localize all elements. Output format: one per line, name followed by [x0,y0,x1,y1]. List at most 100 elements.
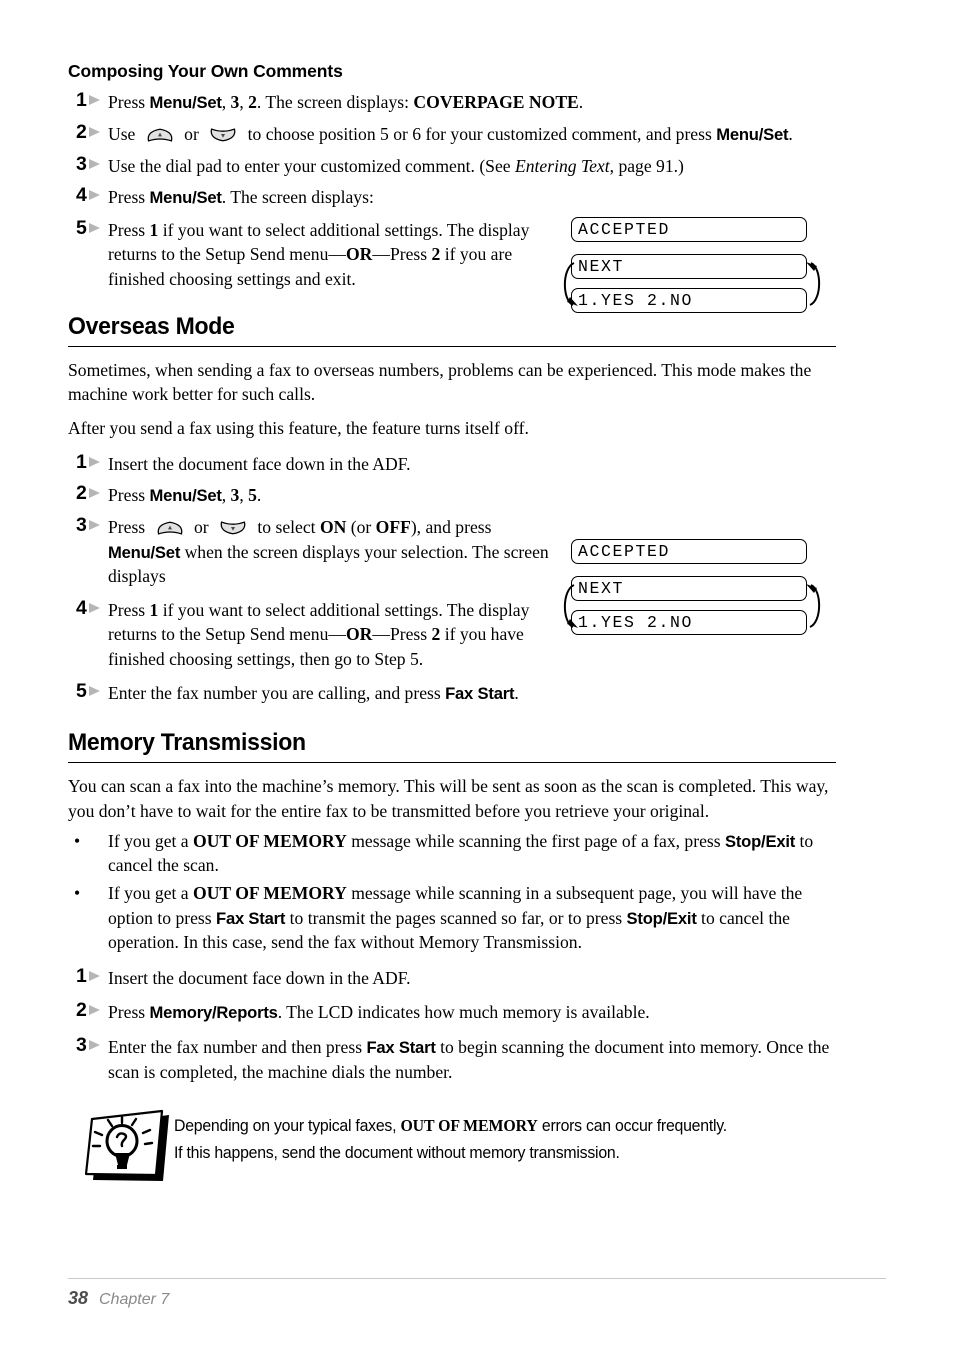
lcd-diagram-overseas: ACCEPTED NEXT 1.YES 2.NO [561,539,823,635]
step-item: 2 Use or to choose position 5 or 6 for y… [68,121,838,147]
down-arrow-key-icon [206,126,240,144]
step-number: 5 [76,216,110,240]
control-key-name: Menu/Set [108,542,181,562]
emphasis-text: 3 [230,485,240,506]
step-number: 3 [76,1033,110,1057]
page-footer: 38 Chapter 7 [68,1288,169,1309]
step-text: Enter the fax number and then press Fax … [108,1037,830,1082]
step-number: 1 [76,88,110,112]
list-item: • If you get a OUT OF MEMORY message whi… [68,881,838,955]
step-marker-triangle-icon [89,158,100,169]
step-text: Use the dial pad to enter your customize… [108,155,684,176]
list-item: • If you get a OUT OF MEMORY message whi… [68,829,838,878]
step-item: 3 Use the dial pad to enter your customi… [68,152,838,179]
step-item: 3 Press or to select ON (or OFF), and pr… [68,513,558,589]
footer-chapter-label: Chapter 7 [99,1291,170,1308]
lcd-text: 1.YES 2.NO [578,290,694,310]
emphasis-text: OFF [375,516,411,537]
step-marker-triangle-icon [89,190,100,201]
heading-overseas-mode: Overseas Mode [68,312,235,340]
emphasis-text: COVERPAGE NOTE [413,92,579,113]
lcd-screen-yes-no: 1.YES 2.NO [571,610,807,635]
section-memory-transmission: Memory Transmission You can scan a fax i… [68,729,838,1084]
lcd-screen-next: NEXT [571,576,807,601]
step-item: 2 Press Memory/Reports. The LCD indicate… [68,998,838,1025]
manual-page: Composing Your Own Comments 1 Press Menu… [0,0,954,1352]
italic-reference: Entering Text [514,155,610,176]
step-marker-triangle-icon [89,602,100,613]
emphasis-text: 3 [230,92,240,113]
tip-note-callout: Depending on your typical faxes, OUT OF … [70,1107,850,1192]
step-text: Insert the document face down in the ADF… [108,967,411,988]
step-text: Insert the document face down in the ADF… [108,453,411,474]
control-key-name: Memory/Reports [149,1003,278,1023]
step-marker-triangle-icon [89,970,100,981]
step-item: 1 Insert the document face down in the A… [68,965,838,991]
step-number: 3 [76,513,110,537]
step-item: 3 Enter the fax number and then press Fa… [68,1033,838,1084]
lcd-text: ACCEPTED [578,219,671,239]
step-item: 1 Insert the document face down in the A… [68,451,838,477]
emphasis-text: OR [345,244,373,265]
lcd-text: 1.YES 2.NO [578,612,694,632]
step-text: Press Menu/Set. The screen displays: [108,187,374,208]
control-key-name: Fax Start [216,908,286,928]
heading-divider [68,345,836,347]
step-marker-triangle-icon [89,685,100,696]
step-item: 5 Press 1 if you want to select addition… [68,216,558,292]
up-arrow-key-icon [143,126,177,144]
step-number: 2 [76,998,110,1022]
step-text: Press 1 if you want to select additional… [108,599,530,670]
step-marker-triangle-icon [89,1005,100,1016]
lcd-screen-accepted: ACCEPTED [571,217,807,242]
step-marker-triangle-icon [89,456,100,467]
lcd-screen-accepted: ACCEPTED [571,539,807,564]
paragraph: Sometimes, when sending a fax to oversea… [68,359,812,405]
emphasis-text: 2 [431,244,441,265]
emphasis-text: 2 [248,92,257,113]
paragraph: After you send a fax using this feature,… [68,418,529,439]
step-number: 5 [76,679,110,703]
control-key-name: Stop/Exit [626,908,697,928]
step-number: 2 [76,481,110,505]
emphasis-text: OUT OF MEMORY [193,830,347,851]
emphasis-text: 2 [431,624,441,645]
lcd-diagram-coverpage: ACCEPTED NEXT 1.YES 2.NO [561,217,823,313]
step-marker-triangle-icon [89,519,100,530]
control-key-name: Stop/Exit [724,831,796,851]
tip-note-line: If this happens, send the document witho… [174,1142,620,1162]
heading-composing-your-own-comments: Composing Your Own Comments [68,61,343,81]
emphasis-text: ON [319,516,347,537]
footer-page-number: 38 [68,1288,89,1308]
step-marker-triangle-icon [89,1040,100,1051]
step-marker-triangle-icon [89,95,100,106]
control-key-name: Fax Start [366,1038,436,1058]
list-item-text: If you get a OUT OF MEMORY message while… [108,882,803,953]
step-number: 4 [76,183,110,207]
emphasis-text: OUT OF MEMORY [193,882,347,903]
step-item: 5 Enter the fax number you are calling, … [68,679,838,706]
bullet-marker: • [74,882,81,903]
step-number: 3 [76,152,110,176]
lcd-screen-next: NEXT [571,254,807,279]
heading-divider [68,762,836,764]
step-text: Press 1 if you want to select additional… [108,219,530,289]
step-item: 1 Press Menu/Set, 3, 2. The screen displ… [68,88,838,115]
footer-divider [68,1278,886,1279]
bullet-marker: • [74,830,81,851]
control-key-name: Menu/Set [149,188,222,208]
lcd-text: ACCEPTED [578,541,671,561]
step-text: Enter the fax number you are calling, an… [108,682,519,703]
paragraph: You can scan a fax into the machine’s me… [68,776,829,822]
step-item: 4 Press Menu/Set. The screen displays: [68,183,838,210]
emphasis-text: OR [345,624,373,645]
lightbulb-tip-icon [70,1107,174,1192]
control-key-name: Fax Start [445,683,515,703]
lcd-text: NEXT [578,578,625,598]
step-text: Press Menu/Set, 3, 2. The screen display… [108,92,584,113]
step-marker-triangle-icon [89,126,100,137]
emphasis-text: 1 [149,599,159,620]
step-marker-triangle-icon [89,222,100,233]
heading-memory-transmission: Memory Transmission [68,729,306,757]
step-text: Use or to choose position 5 or 6 for you… [108,123,793,144]
